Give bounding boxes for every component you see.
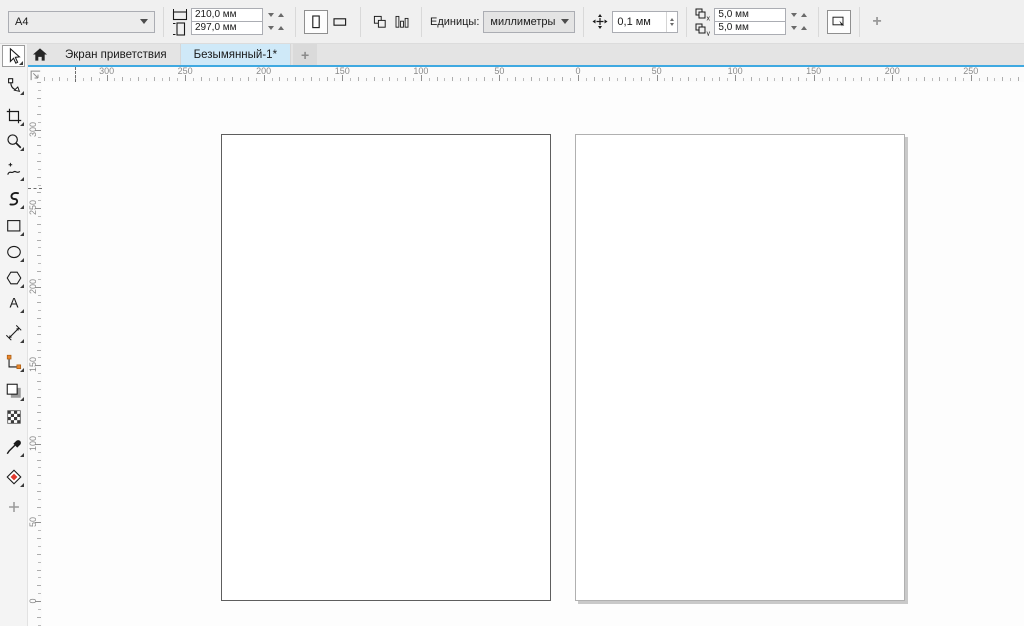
flyout-indicator <box>20 309 24 313</box>
drawing-canvas[interactable] <box>42 82 1024 626</box>
connector-tool[interactable] <box>2 351 25 373</box>
ruler-origin-icon <box>28 68 42 82</box>
units-value: миллиметры <box>490 16 555 28</box>
duplicate-y-icon: y <box>695 22 711 36</box>
interactive-fill-tool[interactable] <box>2 466 25 488</box>
page-2[interactable] <box>575 134 905 601</box>
page-1[interactable] <box>221 134 551 601</box>
page-width-spinner[interactable] <box>265 9 287 22</box>
flyout-indicator <box>20 147 24 151</box>
artistic-media-tool[interactable] <box>2 188 25 210</box>
transparency-tool[interactable] <box>2 406 25 428</box>
toolbox: A <box>0 44 28 626</box>
page-dimensions-group: 210,0 мм 297,0 мм <box>172 7 287 36</box>
svg-text:x: x <box>707 15 711 21</box>
text-tool[interactable]: A <box>2 292 25 314</box>
toolbar-separator <box>859 7 860 37</box>
duplicate-x-spinner[interactable] <box>788 9 810 22</box>
chevron-down-icon <box>561 19 569 24</box>
toolbar-separator <box>583 7 584 37</box>
flyout-indicator <box>19 61 23 65</box>
apply-size-to-all-pages-button[interactable] <box>369 10 391 34</box>
units-select[interactable]: миллиметры <box>483 11 575 33</box>
ellipse-tool[interactable] <box>2 241 25 263</box>
ruler-cursor-marker-x <box>75 67 76 82</box>
duplicate-x-icon: x <box>695 7 711 21</box>
pick-tool[interactable] <box>2 45 25 67</box>
add-tool-button[interactable] <box>2 496 25 518</box>
rectangle-tool[interactable] <box>2 215 25 237</box>
flyout-indicator <box>20 91 24 95</box>
new-document-tab-button[interactable]: + <box>293 44 317 65</box>
document-tabs: Экран приветствияБезымянный-1* <box>52 44 291 65</box>
duplicate-distance-group: x y 5,0 мм 5,0 мм <box>695 7 810 36</box>
svg-text:y: y <box>707 30 711 36</box>
landscape-icon <box>332 15 348 29</box>
app-window: { "property_bar": { "page_preset": "A4",… <box>0 0 1024 626</box>
customize-toolbar-button[interactable]: + <box>868 14 885 30</box>
document-tab-1[interactable]: Экран приветствия <box>52 44 181 65</box>
flyout-indicator <box>20 177 24 181</box>
horizontal-ruler[interactable]: 30025020015010050050100150200250 <box>42 67 1024 82</box>
duplicate-distance-y-input[interactable]: 5,0 мм <box>714 21 786 35</box>
nudge-distance-input[interactable]: 0,1 мм <box>612 11 678 33</box>
flyout-indicator <box>20 232 24 236</box>
ruler-origin-button[interactable] <box>28 67 42 82</box>
duplicate-distance-x-input[interactable]: 5,0 мм <box>714 8 786 22</box>
page-height-spinner[interactable] <box>265 22 287 35</box>
svg-text:A: A <box>9 296 18 311</box>
document-tab-2[interactable]: Безымянный-1* <box>181 44 291 65</box>
dimension-tool[interactable] <box>2 322 25 344</box>
all-pages-icon <box>372 15 388 29</box>
toolbar-separator <box>686 7 687 37</box>
page-size-preset-select[interactable]: A4 <box>8 11 155 33</box>
page-width-input[interactable]: 210,0 мм <box>191 8 263 22</box>
units-label: Единицы: <box>430 16 479 28</box>
flyout-indicator <box>20 397 24 401</box>
flyout-indicator <box>20 284 24 288</box>
page-height-input[interactable]: 297,0 мм <box>191 21 263 35</box>
color-eyedropper-tool[interactable] <box>2 436 25 458</box>
workspace: A Экран приветствияБезымянный-1* + 30025… <box>0 44 1024 626</box>
toolbar-separator <box>295 7 296 37</box>
toolbar-separator <box>421 7 422 37</box>
current-page-icon <box>394 15 410 29</box>
toolbar-separator <box>360 7 361 37</box>
vertical-ruler[interactable]: 050100150200250300 <box>28 82 42 626</box>
flyout-indicator <box>20 205 24 209</box>
page-size-preset-value: A4 <box>15 16 28 28</box>
welcome-home-button[interactable] <box>28 44 52 65</box>
drop-shadow-tool[interactable] <box>2 380 25 402</box>
landscape-orientation-button[interactable] <box>328 10 352 34</box>
flyout-indicator <box>20 368 24 372</box>
page-width-icon <box>172 7 188 21</box>
flyout-indicator <box>20 453 24 457</box>
toolbar-separator <box>818 7 819 37</box>
flyout-indicator <box>20 122 24 126</box>
zoom-tool[interactable] <box>2 130 25 152</box>
shape-tool[interactable] <box>2 74 25 96</box>
treat-as-filled-toggle[interactable] <box>827 10 851 34</box>
portrait-orientation-button[interactable] <box>304 10 328 34</box>
document-tab-bar: Экран приветствияБезымянный-1* + <box>28 44 1024 65</box>
page-height-icon <box>172 22 188 36</box>
duplicate-y-spinner[interactable] <box>788 22 810 35</box>
crop-tool[interactable] <box>2 105 25 127</box>
flyout-indicator <box>20 258 24 262</box>
property-bar: A4 210,0 мм 297,0 мм Единицы: миллиметры… <box>0 0 1024 44</box>
ruler-cursor-marker-y <box>28 188 42 189</box>
home-icon <box>32 48 48 62</box>
freehand-tool[interactable] <box>2 160 25 182</box>
apply-size-to-current-page-button[interactable] <box>391 10 413 34</box>
treat-as-filled-icon <box>831 15 847 29</box>
flyout-indicator <box>20 339 24 343</box>
flyout-indicator <box>20 483 24 487</box>
chevron-down-icon <box>140 19 148 24</box>
portrait-icon <box>308 15 324 29</box>
nudge-spinner[interactable] <box>666 12 677 32</box>
polygon-tool[interactable] <box>2 267 25 289</box>
toolbar-separator <box>163 7 164 37</box>
nudge-icon <box>592 15 608 29</box>
